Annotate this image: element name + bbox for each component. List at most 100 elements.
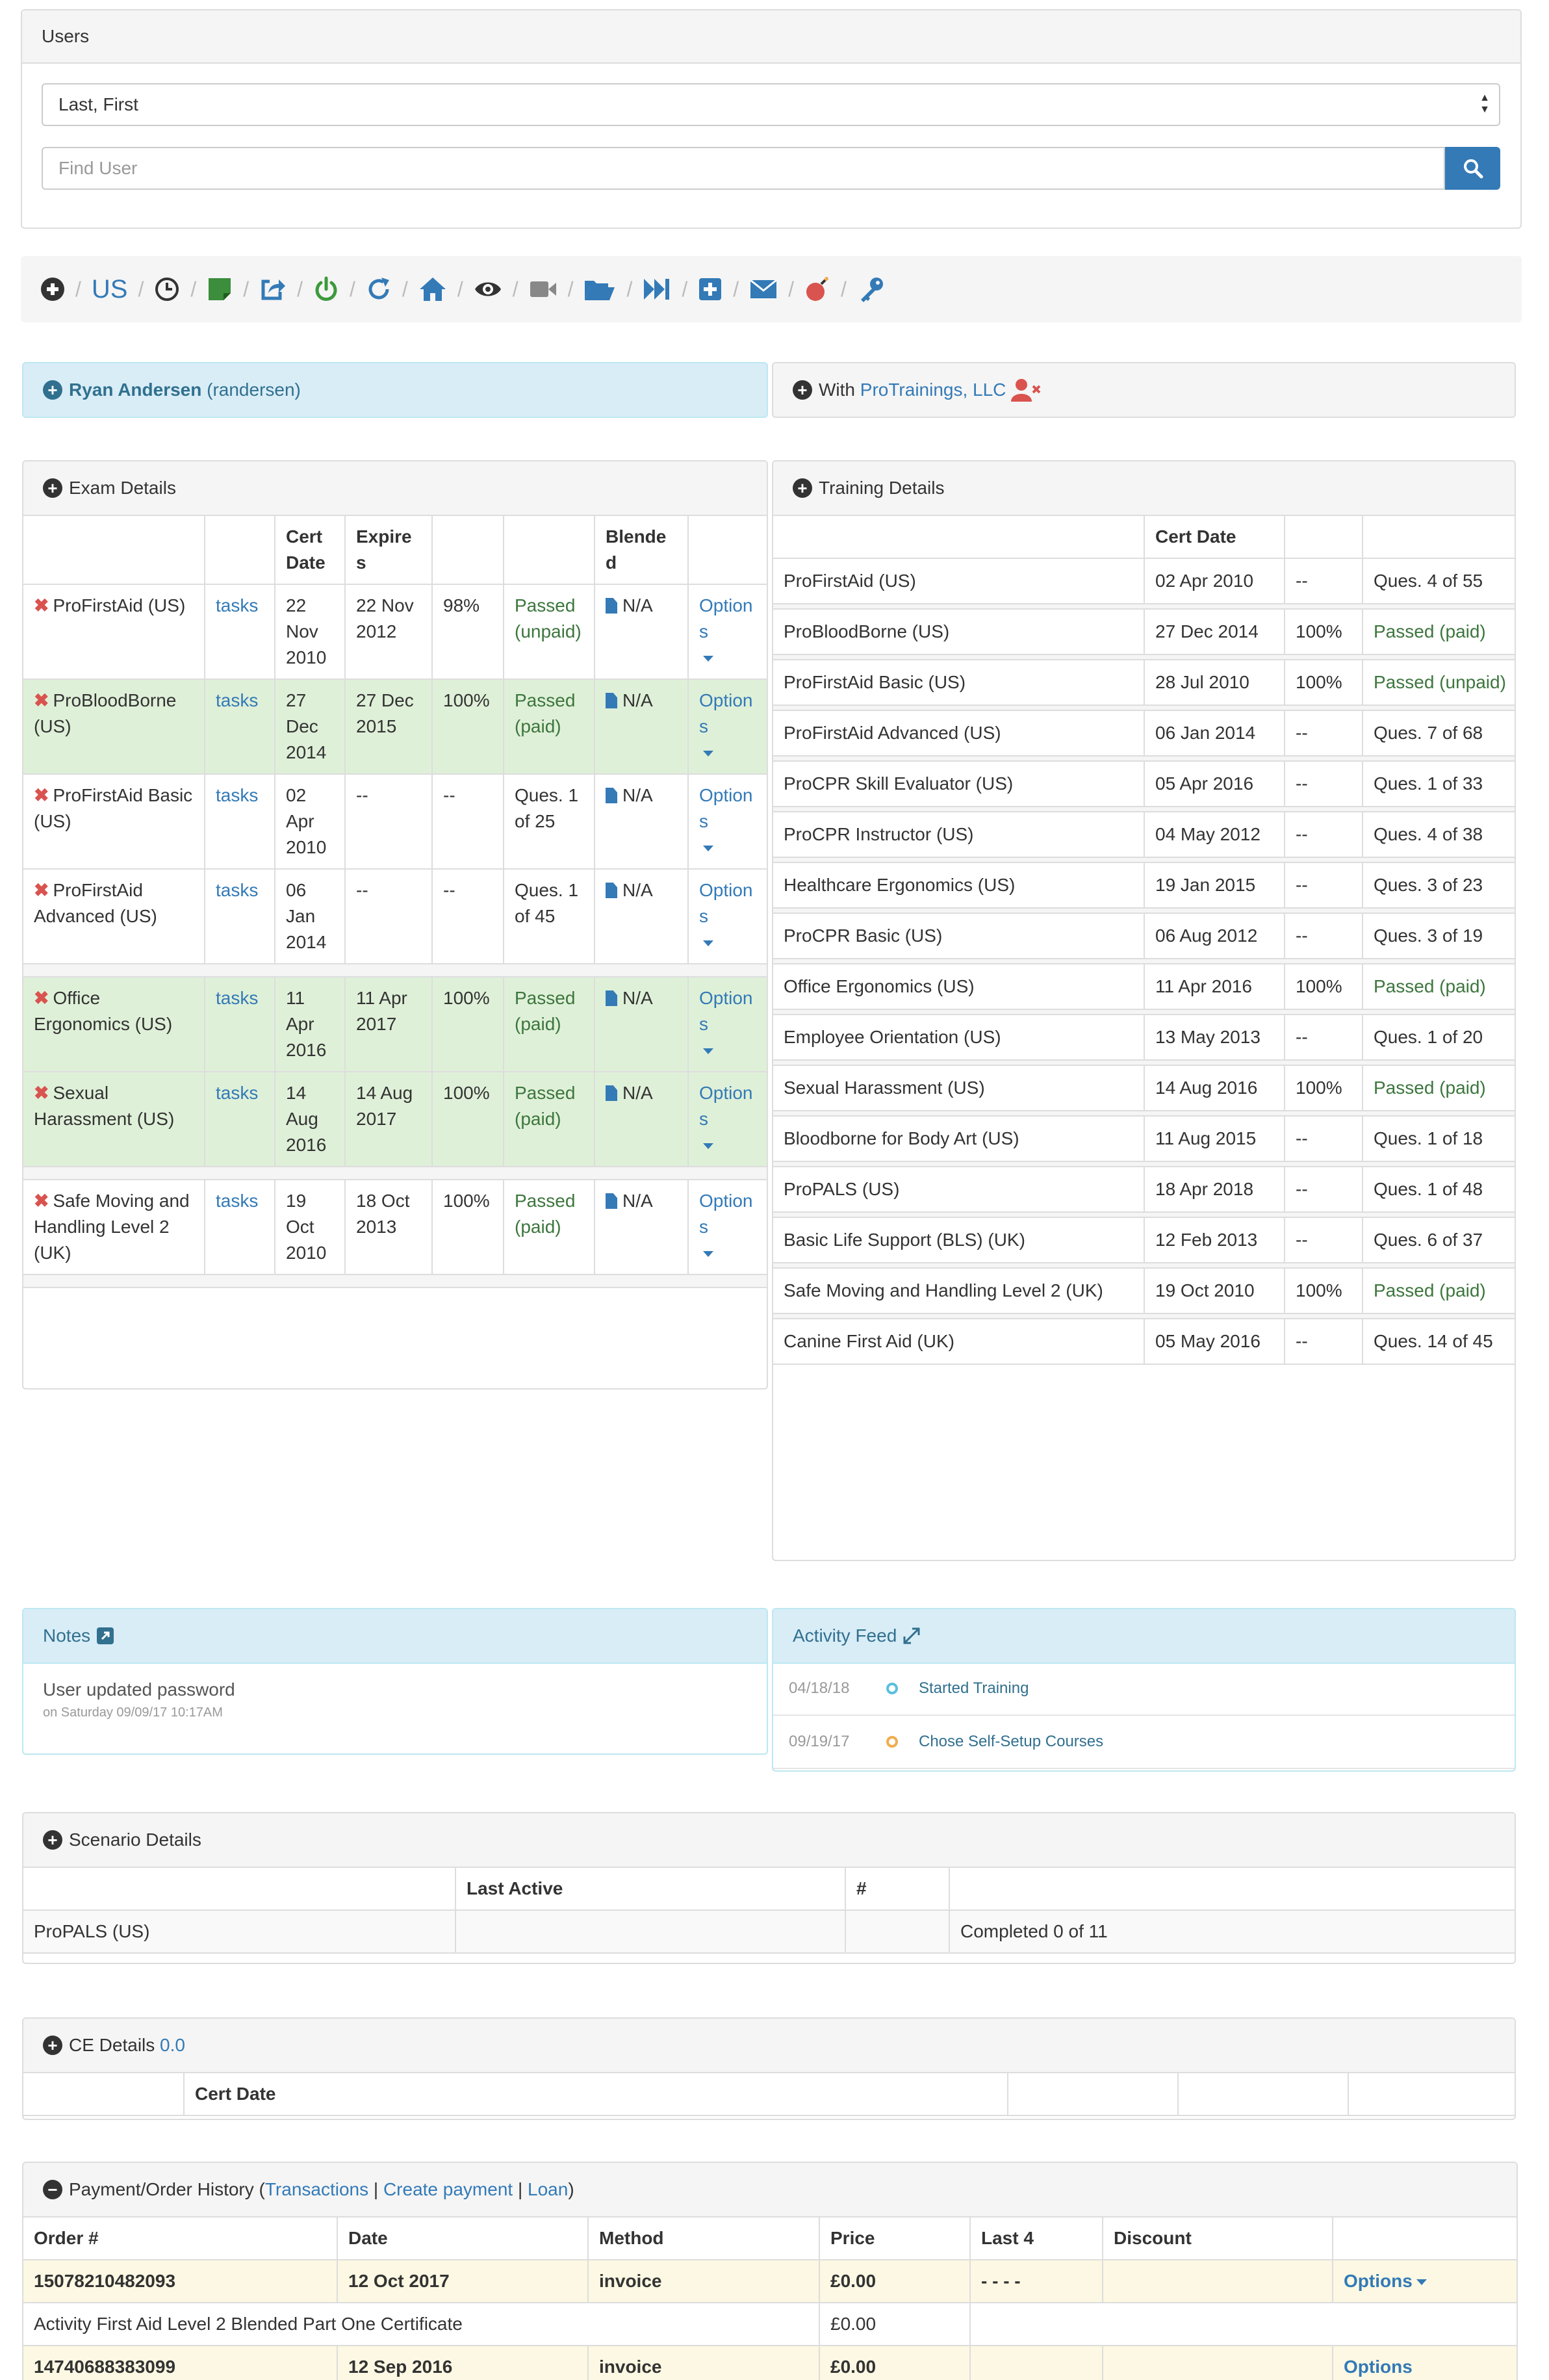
expand-icon[interactable]: + xyxy=(43,2036,62,2055)
payment-history-panel: − Payment/Order History (Transactions | … xyxy=(22,2162,1518,2380)
training-status: Passed (unpaid) xyxy=(1362,659,1515,706)
remove-x-icon[interactable]: ✖ xyxy=(34,785,49,805)
expand-icon[interactable]: + xyxy=(43,1830,62,1850)
tasks-link[interactable]: tasks xyxy=(216,785,258,805)
order-discount xyxy=(1102,2259,1333,2303)
bomb-icon[interactable] xyxy=(804,273,830,305)
remove-x-icon[interactable]: ✖ xyxy=(34,1083,49,1103)
tasks-link[interactable]: tasks xyxy=(216,595,258,615)
expand-icon[interactable]: + xyxy=(43,380,62,400)
payment-table: Order # Date Method Price Last 4 Discount 150… xyxy=(23,2216,1517,2380)
caret-down-icon[interactable] xyxy=(703,656,713,662)
payment-header-0: Order # xyxy=(23,2216,338,2260)
order-method: invoice xyxy=(587,2259,820,2303)
options-dropdown[interactable]: Options xyxy=(699,1191,753,1237)
options-dropdown[interactable]: Options xyxy=(699,785,753,831)
training-cert-date: 11 Aug 2015 xyxy=(1144,1115,1285,1162)
exam-course-cell: ✖ ProBloodBorne (US) xyxy=(23,679,205,775)
exam-status: Ques. 1 of 25 xyxy=(503,773,595,870)
options-dropdown[interactable]: Options xyxy=(699,988,753,1034)
add-icon[interactable] xyxy=(40,273,65,305)
options-dropdown[interactable]: Options xyxy=(699,1083,753,1129)
org-link[interactable]: ProTrainings, LLC xyxy=(860,377,1006,404)
tasks-link[interactable]: tasks xyxy=(216,988,258,1008)
expand-icon[interactable]: + xyxy=(793,478,812,498)
row-separator xyxy=(773,705,1515,711)
caret-down-icon[interactable] xyxy=(703,846,713,852)
remove-x-icon[interactable]: ✖ xyxy=(34,595,49,615)
tasks-link[interactable]: tasks xyxy=(216,690,258,710)
caret-down-icon[interactable] xyxy=(703,751,713,757)
exam-row: ✖ Office Ergonomics (US) tasks 11 Apr 2016 1… xyxy=(23,976,767,1072)
options-dropdown[interactable]: Options xyxy=(699,595,753,641)
training-cert-date: 11 Apr 2016 xyxy=(1144,963,1285,1010)
key-icon[interactable] xyxy=(857,273,886,305)
training-course: ProCPR Skill Evaluator (US) xyxy=(773,760,1145,807)
exam-options-cell: Options xyxy=(687,584,767,680)
exam-row: ✖ ProFirstAid Basic (US) tasks 02 Apr 2010-… xyxy=(23,773,767,870)
training-cert-date: 06 Jan 2014 xyxy=(1144,710,1285,757)
document-icon xyxy=(606,788,617,803)
find-user-input[interactable]: Find User xyxy=(42,147,1445,190)
exam-options-cell: Options xyxy=(687,773,767,870)
caret-down-icon[interactable] xyxy=(703,1143,713,1150)
tasks-link[interactable]: tasks xyxy=(216,880,258,900)
video-icon[interactable] xyxy=(529,273,557,305)
folder-icon[interactable] xyxy=(583,273,616,305)
exam-score: 100% xyxy=(431,679,504,775)
fast-forward-icon[interactable] xyxy=(643,273,671,305)
order-item-price: £0.00 xyxy=(819,2302,971,2346)
training-status: Ques. 7 of 68 xyxy=(1362,710,1515,757)
remove-x-icon[interactable]: ✖ xyxy=(34,690,49,710)
home-icon[interactable] xyxy=(418,273,447,305)
options-dropdown[interactable]: Options xyxy=(699,880,753,926)
external-link-icon[interactable] xyxy=(96,1626,115,1646)
training-status: Ques. 3 of 23 xyxy=(1362,862,1515,909)
note-icon[interactable] xyxy=(207,273,233,305)
remove-user-icon[interactable] xyxy=(1011,377,1042,403)
remove-x-icon[interactable]: ✖ xyxy=(34,880,49,900)
training-score: -- xyxy=(1284,558,1363,604)
exam-details-panel: + Exam Details Cert Date Expires Blended ✖ P… xyxy=(22,460,768,1390)
caret-down-icon[interactable] xyxy=(703,1048,713,1055)
training-score: 100% xyxy=(1284,1267,1363,1314)
envelope-icon[interactable] xyxy=(749,273,778,305)
loan-link[interactable]: Loan xyxy=(528,2177,568,2203)
tasks-link[interactable]: tasks xyxy=(216,1083,258,1103)
user-sort-select[interactable]: Last, First ▲ ▼ xyxy=(42,83,1500,126)
expand-icon[interactable]: + xyxy=(793,380,812,400)
order-options[interactable]: Options xyxy=(1332,2259,1517,2303)
exam-header-5 xyxy=(503,515,595,585)
training-course: ProCPR Instructor (US) xyxy=(773,811,1145,858)
exam-course-cell: ✖ Office Ergonomics (US) xyxy=(23,976,205,1072)
refresh-icon[interactable] xyxy=(366,273,392,305)
collapse-icon[interactable]: − xyxy=(43,2180,62,2199)
transactions-link[interactable]: Transactions xyxy=(265,2177,368,2203)
caret-down-icon[interactable] xyxy=(703,1251,713,1258)
expand-arrows-icon[interactable] xyxy=(902,1626,921,1646)
ce-header-4 xyxy=(1348,2072,1515,2116)
exam-blended: N/A xyxy=(622,785,653,805)
options-dropdown[interactable]: Options xyxy=(699,690,753,736)
order-options[interactable]: Options xyxy=(1332,2345,1517,2380)
remove-x-icon[interactable]: ✖ xyxy=(34,988,49,1008)
exam-status: Passed (paid) xyxy=(503,679,595,775)
tasks-link[interactable]: tasks xyxy=(216,1191,258,1211)
training-cert-date: 05 Apr 2016 xyxy=(1144,760,1285,807)
create-payment-link[interactable]: Create payment xyxy=(383,2177,513,2203)
activity-feed-panel: Activity Feed 04/18/18 Started Training 09… xyxy=(772,1608,1516,1772)
training-cert-date: 06 Aug 2012 xyxy=(1144,912,1285,959)
expand-icon[interactable]: + xyxy=(43,478,62,498)
power-icon[interactable] xyxy=(313,273,339,305)
clock-icon[interactable] xyxy=(154,273,180,305)
ce-value-link[interactable]: 0.0 xyxy=(160,2032,185,2059)
region-link[interactable]: US xyxy=(92,273,128,305)
search-button[interactable] xyxy=(1445,147,1500,190)
plus-square-icon[interactable] xyxy=(698,273,723,305)
share-icon[interactable] xyxy=(259,273,287,305)
exam-blended: N/A xyxy=(622,880,653,900)
training-score: -- xyxy=(1284,710,1363,757)
remove-x-icon[interactable]: ✖ xyxy=(34,1191,49,1211)
eye-icon[interactable] xyxy=(474,273,502,305)
caret-down-icon[interactable] xyxy=(703,940,713,947)
